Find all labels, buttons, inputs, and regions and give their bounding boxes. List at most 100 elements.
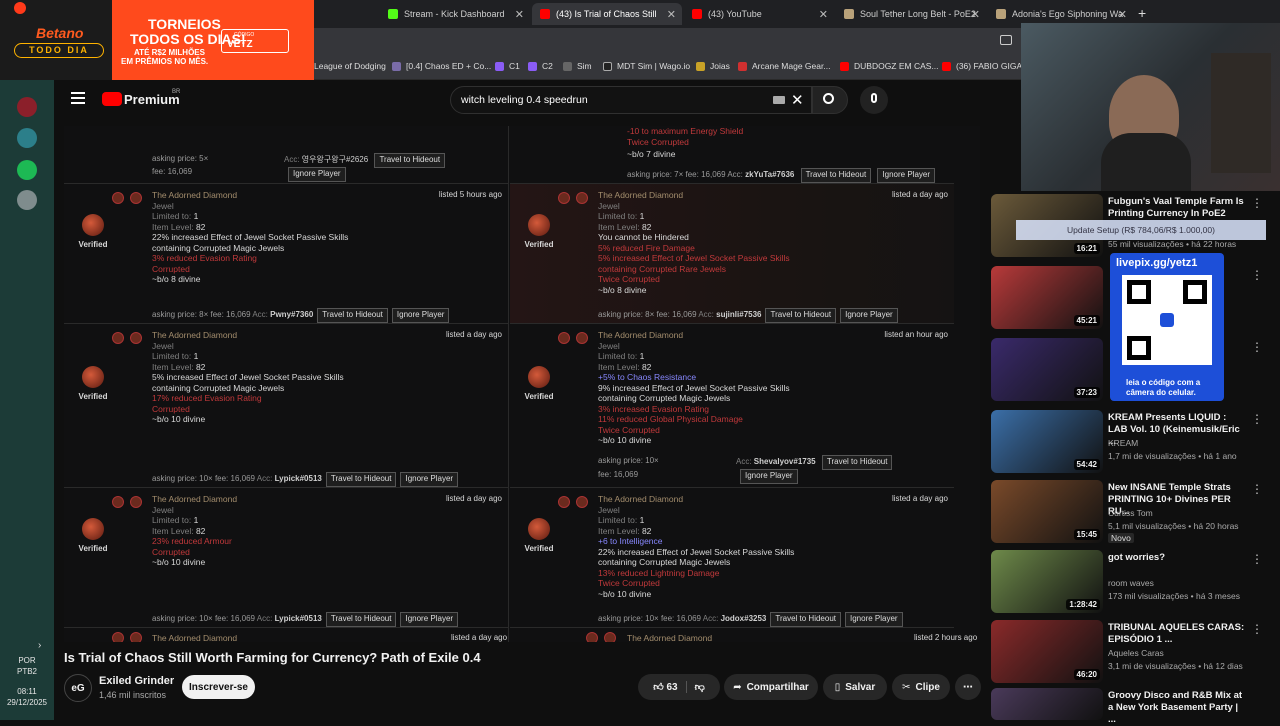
ignore-player-button[interactable]: Ignore Player (400, 612, 459, 627)
close-icon[interactable]: ✕ (1118, 8, 1127, 21)
ignore-player-button[interactable]: Ignore Player (391, 308, 450, 323)
more-actions-button[interactable]: ⋯ (955, 674, 981, 700)
travel-to-hideout-button[interactable]: Travel to Hideout (765, 308, 837, 323)
ignore-player-button[interactable]: Ignore Player (840, 308, 898, 323)
channel-name[interactable]: Aqueles Caras (1108, 648, 1164, 658)
ignore-player-button[interactable]: Ignore Player (740, 469, 798, 484)
travel-to-hideout-button[interactable]: Travel to Hideout (325, 612, 397, 627)
bookmark[interactable]: Joias (696, 61, 730, 71)
search-button[interactable] (812, 86, 848, 114)
chevron-right-icon[interactable]: › (38, 640, 41, 651)
channel-name[interactable]: KREAM (1108, 438, 1138, 448)
travel-to-hideout-button[interactable]: Travel to Hideout (374, 153, 446, 168)
close-icon[interactable]: ✕ (819, 8, 828, 21)
clip-button[interactable]: ✂ Clipe (892, 674, 950, 700)
app-icon[interactable] (17, 97, 37, 117)
tab-youtube[interactable]: (43) YouTube ✕ (684, 3, 834, 25)
new-tab-icon[interactable]: + (1138, 5, 1146, 21)
bookmark[interactable]: (36) FABIO GIGA S (942, 61, 1030, 71)
channel-avatar[interactable]: eG (64, 674, 92, 702)
donation-goal-bar: Update Setup (R$ 784,06/R$ 1.000,00) (1016, 220, 1266, 240)
bookmark[interactable]: C2 (528, 61, 553, 71)
video-player[interactable]: asking price: 5× fee: 16,069 Acc: 영우왕구왕구… (64, 126, 980, 642)
channel-name[interactable]: Curtiss Tom (1108, 508, 1153, 518)
youtube-logo-icon[interactable] (102, 92, 122, 106)
bookmark[interactable]: League of Dodging (314, 61, 386, 71)
recommended-video[interactable]: Groovy Disco and R&B Mix at a New York B… (991, 688, 1280, 725)
video-thumbnail[interactable]: 37:23 (991, 338, 1103, 401)
travel-to-hideout-button[interactable]: Travel to Hideout (821, 455, 893, 470)
more-vertical-icon[interactable]: ⋮ (1251, 196, 1263, 210)
recommended-video[interactable]: 54:42 KREAM Presents LIQUID : LAB Vol. 10… (991, 410, 1280, 473)
clear-search-icon[interactable]: ✕ (791, 91, 804, 109)
bookmark[interactable]: DUBDOGZ EM CAS... (840, 61, 939, 71)
trade-listing-partial: asking price: 5× fee: 16,069 Acc: 영우왕구왕구… (64, 126, 508, 184)
bookmark[interactable]: [0.4] Chaos ED + Co... (392, 61, 491, 71)
video-thumbnail[interactable]: 1:28:42 (991, 550, 1103, 613)
clip-label: Clipe (915, 681, 940, 693)
video-title[interactable]: got worries? (1108, 552, 1248, 564)
ignore-player-button[interactable]: Ignore Player (877, 168, 936, 183)
more-vertical-icon[interactable]: ⋮ (1251, 412, 1263, 426)
listing-footer: asking price: 8× fee: 16,069 Acc: sujinl… (598, 308, 898, 323)
close-icon[interactable]: ✕ (667, 8, 676, 21)
subscribe-button[interactable]: Inscrever-se (182, 675, 255, 699)
keyboard-icon[interactable] (773, 96, 785, 104)
more-vertical-icon[interactable]: ⋮ (1251, 268, 1263, 282)
region-code: BR (172, 89, 181, 95)
search-input[interactable]: witch leveling 0.4 speedrun ✕ (450, 86, 812, 114)
ignore-player-button[interactable]: Ignore Player (400, 472, 459, 487)
tab-adonia[interactable]: Adonia's Ego Siphoning Wa ✕ (988, 3, 1133, 25)
save-button[interactable]: ▯ Salvar (823, 674, 887, 700)
more-vertical-icon[interactable]: ⋮ (1251, 622, 1263, 636)
livepix-url: livepix.gg/yetz1 (1116, 257, 1198, 269)
item-jewel-icon (82, 518, 104, 540)
tab-kick[interactable]: Stream - Kick Dashboard ✕ (380, 3, 530, 25)
item-name: The Adorned Diamond (598, 190, 684, 200)
chrome-icon[interactable] (17, 128, 37, 148)
voice-search-button[interactable] (860, 86, 888, 114)
close-icon[interactable]: ✕ (971, 8, 980, 21)
video-thumbnail[interactable] (991, 688, 1103, 720)
ignore-player-button[interactable]: Ignore Player (288, 167, 346, 182)
video-title[interactable]: Groovy Disco and R&B Mix at a New York B… (1108, 690, 1248, 726)
webcam-overlay (1021, 23, 1280, 191)
more-vertical-icon[interactable]: ⋮ (1251, 482, 1263, 496)
cast-icon[interactable] (1000, 35, 1012, 45)
travel-to-hideout-button[interactable]: Travel to Hideout (770, 612, 841, 627)
ignore-player-button[interactable]: Ignore Player (845, 612, 903, 627)
travel-to-hideout-button[interactable]: Travel to Hideout (800, 168, 872, 183)
bookmark[interactable]: MDT Sim | Wago.io (603, 61, 690, 71)
travel-to-hideout-button[interactable]: Travel to Hideout (317, 308, 388, 323)
video-title[interactable]: TRIBUNAL AQUELES CARAS: EPISÓDIO 1 ... (1108, 622, 1248, 646)
like-button[interactable]: 👍︎ 63 (653, 681, 677, 693)
bookmark-icon (603, 61, 612, 71)
bookmark[interactable]: Arcane Mage Gear... (738, 61, 830, 71)
more-vertical-icon[interactable]: ⋮ (1251, 552, 1263, 566)
video-thumbnail[interactable]: 15:45 (991, 480, 1103, 543)
rune-icon (604, 632, 616, 642)
video-thumbnail[interactable]: 54:42 (991, 410, 1103, 473)
spotify-icon[interactable] (17, 160, 37, 180)
share-button[interactable]: ➦ Compartilhar (724, 674, 818, 700)
tab-soul-tether[interactable]: Soul Tether Long Belt - PoE2 ✕ (836, 3, 986, 25)
tab-youtube-video[interactable]: (43) Is Trial of Chaos Still ✕ (532, 3, 682, 25)
channel-name[interactable]: Exiled Grinder (99, 675, 174, 687)
bookmark[interactable]: Sim (563, 61, 592, 71)
recommended-video[interactable]: 1:28:42 got worries? room waves 173 mil vis… (991, 550, 1280, 613)
app-icon[interactable] (17, 190, 37, 210)
travel-to-hideout-button[interactable]: Travel to Hideout (325, 472, 397, 487)
channel-name[interactable]: room waves (1108, 578, 1154, 588)
video-thumbnail[interactable]: 46:20 (991, 620, 1103, 683)
menu-icon[interactable] (71, 92, 85, 94)
more-vertical-icon[interactable]: ⋮ (1251, 340, 1263, 354)
close-icon[interactable]: ✕ (515, 8, 524, 21)
recommended-video[interactable]: 46:20 TRIBUNAL AQUELES CARAS: EPISÓDIO 1 … (991, 620, 1280, 683)
recommended-video[interactable]: 15:45 New INSANE Temple Strats PRINTING 1… (991, 480, 1280, 543)
video-thumbnail[interactable]: 45:21 (991, 266, 1103, 329)
item-limited: Limited to: 1 (598, 351, 645, 361)
video-title[interactable]: Fubgun's Vaal Temple Farm Is Printing Cu… (1108, 196, 1248, 220)
dislike-button[interactable]: 👎︎ (685, 681, 705, 693)
item-limited: Limited to: 1 (152, 515, 199, 525)
bookmark[interactable]: C1 (495, 61, 520, 71)
